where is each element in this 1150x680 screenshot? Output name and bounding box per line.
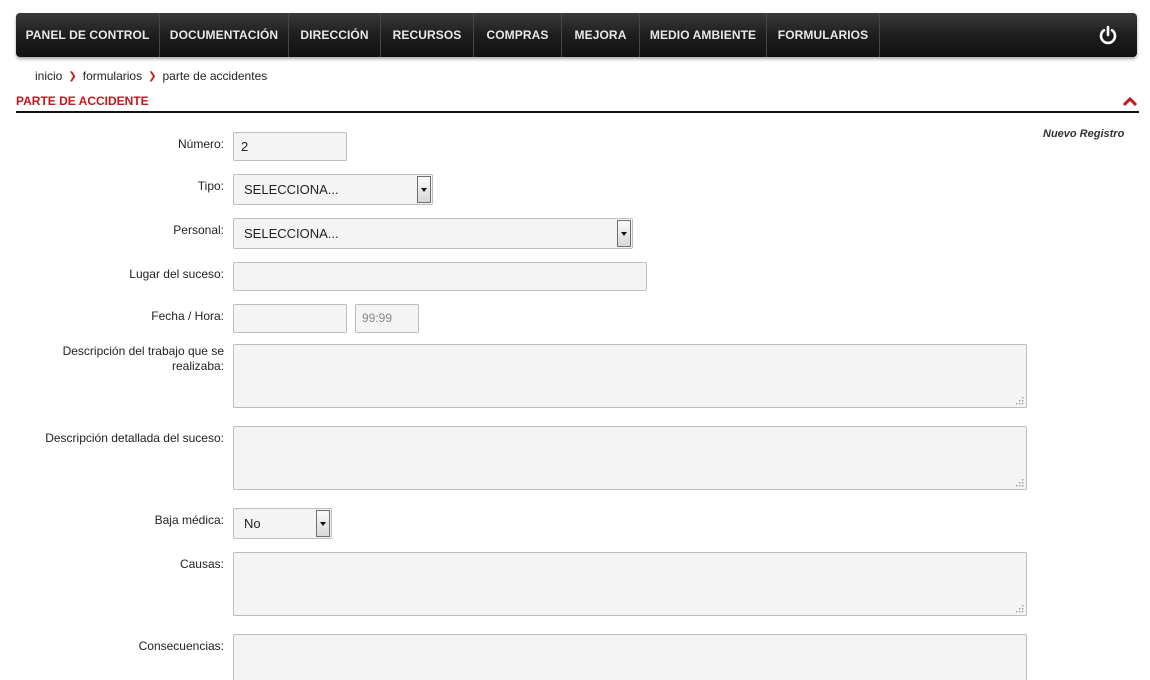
tipo-select-value: SELECCIONA... xyxy=(244,182,339,197)
descripcion-trabajo-label-line1: Descripción del trabajo que se xyxy=(62,344,224,358)
record-status: Nuevo Registro xyxy=(1043,128,1125,140)
hora-field[interactable]: 99:99 xyxy=(355,304,419,333)
nav-medio-ambiente[interactable]: MEDIO AMBIENTE xyxy=(640,13,767,57)
descripcion-trabajo-label-line2: realizaba: xyxy=(171,359,224,373)
nav-panel-de-control[interactable]: PANEL DE CONTROL xyxy=(16,13,160,57)
breadcrumb: inicio ❯ formularios ❯ parte de accident… xyxy=(35,69,267,83)
logout-button[interactable] xyxy=(1079,13,1137,57)
breadcrumb-current: parte de accidentes xyxy=(162,69,268,83)
nav-documentacion[interactable]: DOCUMENTACIÓN xyxy=(160,13,289,57)
power-icon xyxy=(1099,25,1117,45)
baja-medica-select-value: No xyxy=(244,516,261,531)
tipo-select[interactable]: SELECCIONA... xyxy=(233,174,433,205)
descripcion-trabajo-label: Descripción del trabajo que se realizaba… xyxy=(63,344,224,374)
nav-direccion[interactable]: DIRECCIÓN xyxy=(289,13,381,57)
personal-select-value: SELECCIONA... xyxy=(244,226,339,241)
baja-medica-label: Baja médica: xyxy=(154,513,224,527)
chevron-right-icon: ❯ xyxy=(148,70,157,82)
resize-grip-icon[interactable] xyxy=(1014,477,1024,487)
dropdown-arrow-icon[interactable] xyxy=(316,510,330,537)
descripcion-trabajo-textarea[interactable] xyxy=(233,344,1027,408)
descripcion-suceso-textarea[interactable] xyxy=(233,426,1027,490)
consecuencias-label: Consecuencias: xyxy=(138,639,224,653)
resize-grip-icon[interactable] xyxy=(1014,395,1024,405)
numero-label: Número: xyxy=(177,137,224,151)
personal-select[interactable]: SELECCIONA... xyxy=(233,218,633,249)
collapse-button[interactable] xyxy=(1122,94,1138,112)
chevron-up-icon xyxy=(1122,96,1138,107)
descripcion-suceso-label: Descripción detallada del suceso: xyxy=(45,431,224,445)
causas-label: Causas: xyxy=(179,557,224,571)
main-navbar: PANEL DE CONTROL DOCUMENTACIÓN DIRECCIÓN… xyxy=(16,13,1137,57)
breadcrumb-inicio[interactable]: inicio xyxy=(35,69,62,83)
fecha-field[interactable] xyxy=(233,304,347,333)
causas-textarea[interactable] xyxy=(233,552,1027,616)
tipo-label: Tipo: xyxy=(197,179,224,193)
baja-medica-select[interactable]: No xyxy=(233,508,332,539)
nav-mejora[interactable]: MEJORA xyxy=(562,13,640,57)
lugar-label: Lugar del suceso: xyxy=(129,267,224,281)
personal-label: Personal: xyxy=(173,223,224,237)
numero-field[interactable]: 2 xyxy=(233,132,347,161)
consecuencias-textarea[interactable] xyxy=(233,634,1027,680)
dropdown-arrow-icon[interactable] xyxy=(617,220,631,247)
section-title: PARTE DE ACCIDENTE xyxy=(16,94,149,108)
chevron-right-icon: ❯ xyxy=(68,70,77,82)
nav-formularios[interactable]: FORMULARIOS xyxy=(767,13,880,57)
breadcrumb-formularios[interactable]: formularios xyxy=(83,69,142,83)
nav-recursos[interactable]: RECURSOS xyxy=(381,13,474,57)
nav-compras[interactable]: COMPRAS xyxy=(474,13,562,57)
lugar-field[interactable] xyxy=(233,262,647,291)
dropdown-arrow-icon[interactable] xyxy=(417,176,431,203)
fecha-hora-label: Fecha / Hora: xyxy=(151,309,224,323)
section-divider xyxy=(16,111,1139,113)
resize-grip-icon[interactable] xyxy=(1014,603,1024,613)
